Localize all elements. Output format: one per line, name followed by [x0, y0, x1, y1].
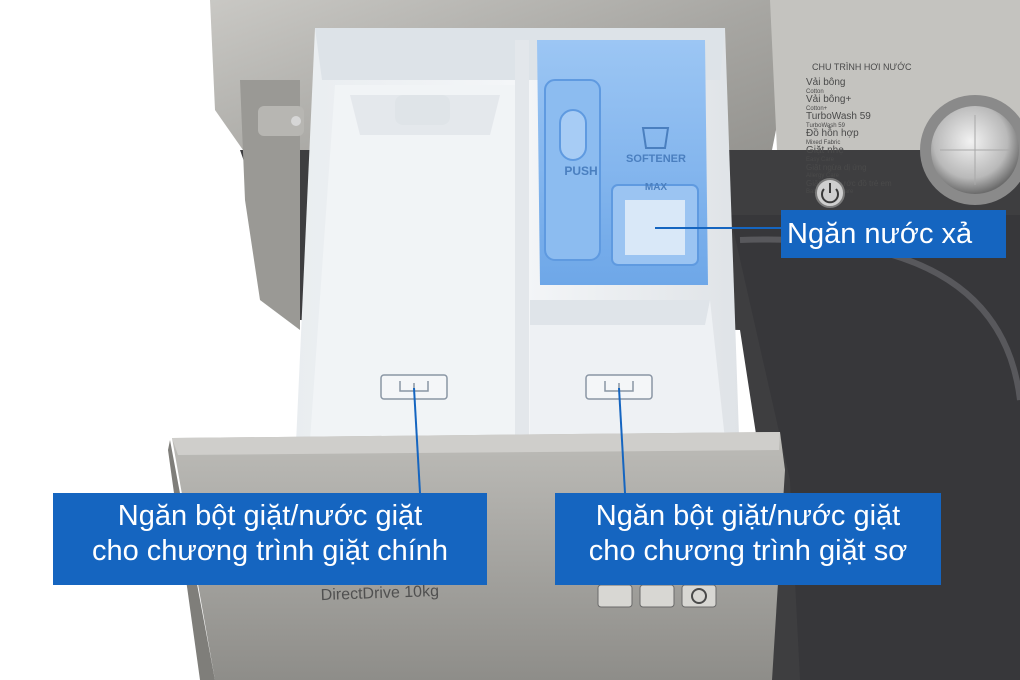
program-name: Giặt ngừa dị ứng — [806, 163, 867, 172]
program-heading: CHU TRÌNH HƠI NƯỚC — [812, 62, 912, 72]
program-name: TurboWash 59 — [806, 111, 871, 122]
program-name: Giặt nhẹ — [806, 145, 844, 156]
callout-text: Ngăn nước xả — [787, 217, 973, 250]
care-icon-2 — [639, 584, 675, 608]
softener-label: SOFTENER — [626, 153, 686, 165]
callout-text-line1: Ngăn bột giặt/nước giặt — [595, 500, 901, 532]
callout-text-line1: Ngăn bột giặt/nước giặt — [117, 500, 423, 532]
program-name: Vải bông+ — [806, 94, 851, 105]
callout-text-line2: cho chương trình giặt sơ — [588, 534, 908, 567]
softener-compartment-callout: Ngăn nước xả — [781, 210, 1006, 258]
program-name: Đồ hỗn hợp — [806, 126, 859, 139]
product-photo-stage: PUSH SOFTENER MAX DirectDrive 10kg CHU T… — [0, 0, 1020, 680]
care-icon-1 — [597, 584, 633, 608]
program-name: Vải bông — [806, 77, 845, 88]
main-wash-compartment-callout: Ngăn bột giặt/nước giặt cho chương trình… — [53, 493, 487, 585]
pre-wash-compartment-callout: Ngăn bột giặt/nước giặt cho chương trình… — [555, 493, 941, 585]
push-label: PUSH — [564, 164, 597, 178]
callout-text-line2: cho chương trình giặt chính — [91, 534, 449, 567]
max-label: MAX — [645, 182, 668, 193]
